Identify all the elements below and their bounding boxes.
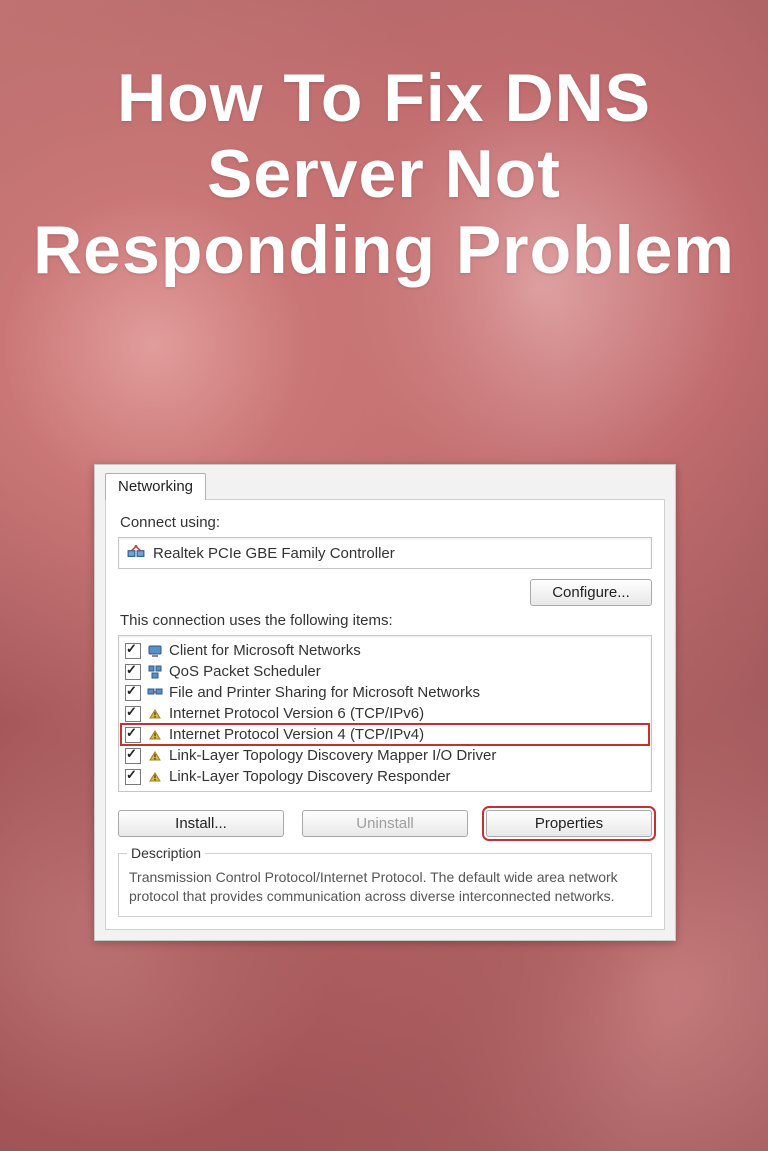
list-item-label: File and Printer Sharing for Microsoft N… — [169, 684, 480, 701]
items-label: This connection uses the following items… — [120, 612, 652, 629]
list-item-label: Internet Protocol Version 4 (TCP/IPv4) — [169, 726, 424, 743]
connection-items-list[interactable]: Client for Microsoft Networks QoS Packet … — [118, 635, 652, 792]
checkbox[interactable] — [125, 748, 141, 764]
network-properties-dialog: Networking Connect using: Realtek PCIe G… — [94, 464, 676, 941]
list-item[interactable]: Internet Protocol Version 4 (TCP/IPv4) — [121, 724, 649, 745]
list-item-label: Link-Layer Topology Discovery Mapper I/O… — [169, 747, 496, 764]
description-legend: Description — [127, 844, 205, 863]
list-item[interactable]: QoS Packet Scheduler — [121, 661, 649, 682]
qos-icon — [147, 664, 163, 680]
description-group: Description Transmission Control Protoco… — [118, 853, 652, 917]
client-icon — [147, 643, 163, 659]
list-item[interactable]: Internet Protocol Version 6 (TCP/IPv6) — [121, 703, 649, 724]
checkbox[interactable] — [125, 706, 141, 722]
configure-button[interactable]: Configure... — [530, 579, 652, 606]
configure-row: Configure... — [118, 579, 652, 606]
list-item-label: QoS Packet Scheduler — [169, 663, 321, 680]
checkbox[interactable] — [125, 769, 141, 785]
install-button[interactable]: Install... — [118, 810, 284, 837]
adapter-name: Realtek PCIe GBE Family Controller — [153, 545, 395, 562]
tab-row: Networking — [95, 465, 675, 500]
description-text: Transmission Control Protocol/Internet P… — [129, 869, 618, 904]
tab-panel: Connect using: Realtek PCIe GBE Family C… — [105, 499, 665, 930]
checkbox[interactable] — [125, 685, 141, 701]
list-item-label: Link-Layer Topology Discovery Responder — [169, 768, 451, 785]
checkbox[interactable] — [125, 643, 141, 659]
proto-icon — [147, 748, 163, 764]
proto-icon — [147, 769, 163, 785]
properties-button[interactable]: Properties — [486, 810, 652, 837]
adapter-box[interactable]: Realtek PCIe GBE Family Controller — [118, 537, 652, 569]
checkbox[interactable] — [125, 664, 141, 680]
list-item-label: Internet Protocol Version 6 (TCP/IPv6) — [169, 705, 424, 722]
page-title: How To Fix DNS Server Not Responding Pro… — [0, 60, 768, 288]
list-item-label: Client for Microsoft Networks — [169, 642, 361, 659]
item-buttons-row: Install... Uninstall Properties — [118, 810, 652, 837]
tab-networking[interactable]: Networking — [105, 473, 206, 500]
proto-icon — [147, 706, 163, 722]
list-item[interactable]: File and Printer Sharing for Microsoft N… — [121, 682, 649, 703]
share-icon — [147, 685, 163, 701]
uninstall-button: Uninstall — [302, 810, 468, 837]
list-item[interactable]: Link-Layer Topology Discovery Mapper I/O… — [121, 745, 649, 766]
checkbox[interactable] — [125, 727, 141, 743]
list-item[interactable]: Link-Layer Topology Discovery Responder — [121, 766, 649, 787]
proto-icon — [147, 727, 163, 743]
list-item[interactable]: Client for Microsoft Networks — [121, 640, 649, 661]
connect-using-label: Connect using: — [120, 514, 652, 531]
network-adapter-icon — [127, 544, 145, 562]
